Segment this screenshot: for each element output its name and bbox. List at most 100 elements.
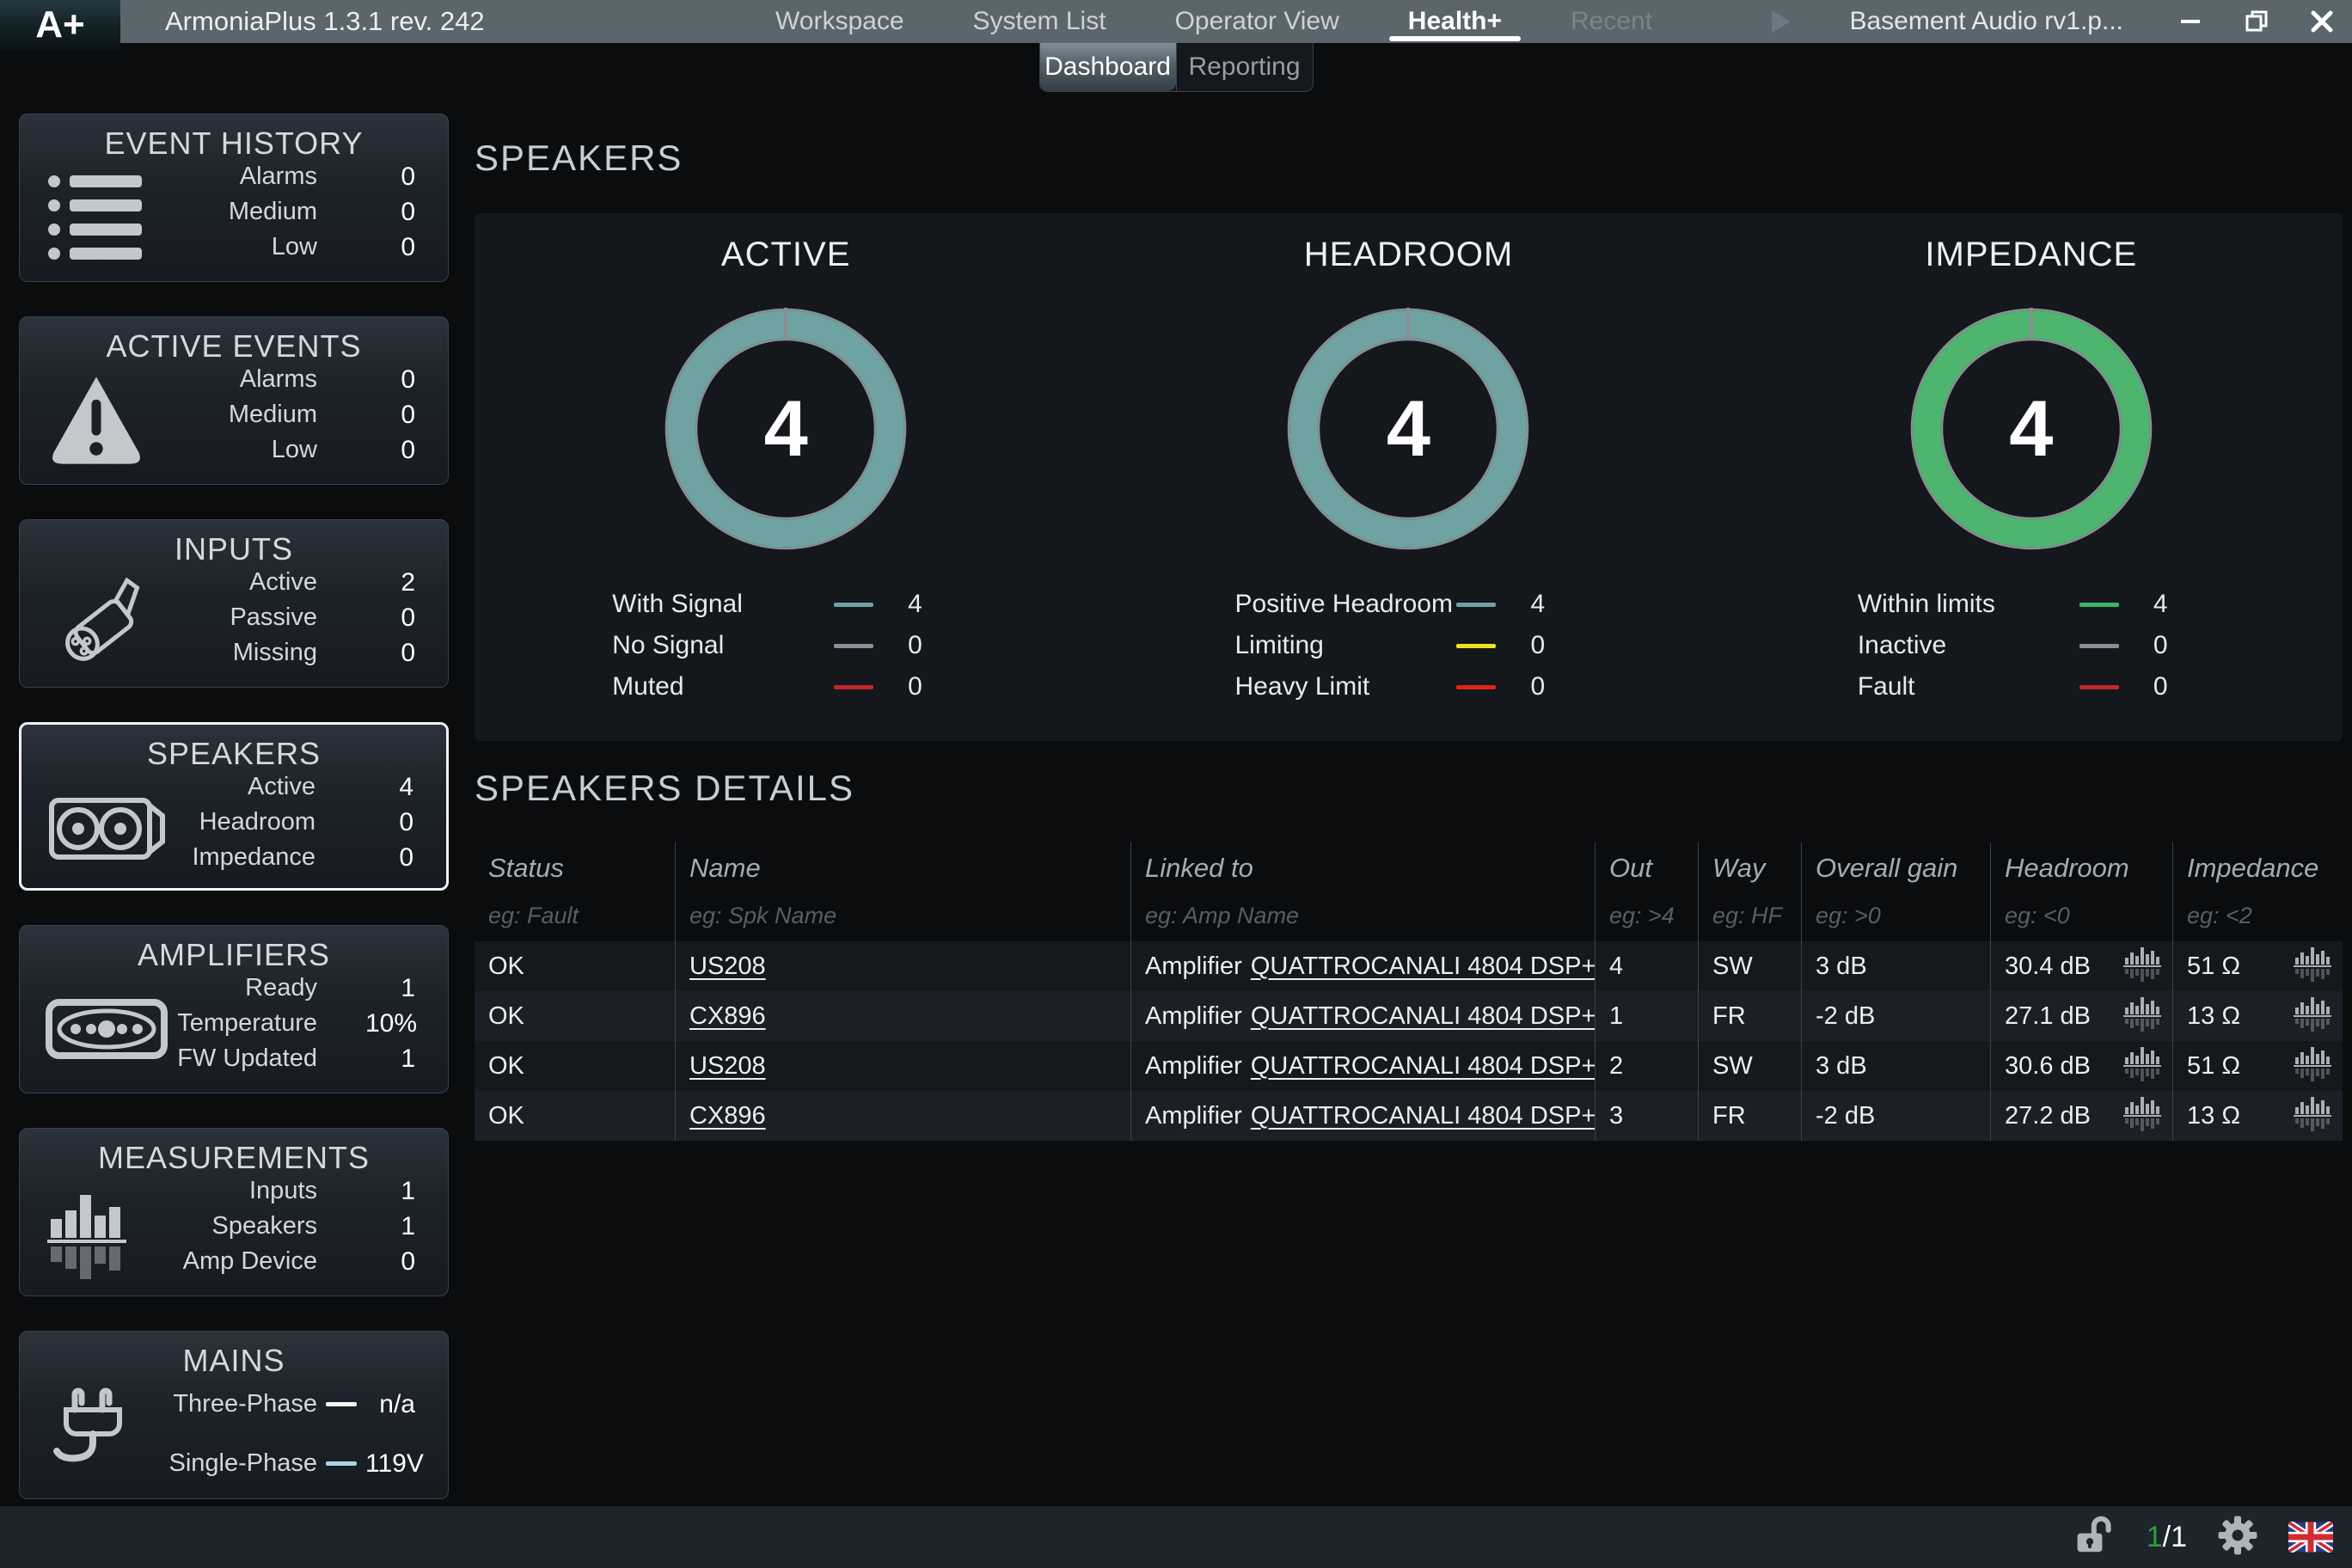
card-rows: Active4Headroom0Impedance0 [140,769,436,875]
amplifier-link[interactable]: QUATTROCANALI 4804 DSP+D [1251,952,1595,981]
menu-item-recent[interactable]: Recent [1536,0,1687,43]
card-event-history[interactable]: EVENT HISTORY Alarms0Medium0Low0 [19,113,449,282]
page-counter: 1/1 [2147,1521,2187,1554]
headroom-value: 30.4 dB [2005,952,2091,981]
card-row-value: 1 [365,1177,438,1206]
legend-label: Heavy Limit [1234,672,1456,701]
minimize-icon[interactable] [2177,0,2206,43]
card-row-value: 0 [365,1247,438,1277]
card-measurements[interactable]: MEASUREMENTS Inputs1Speakers1Amp Device0 [19,1128,449,1296]
speaker-name-link[interactable]: CX896 [689,1102,766,1130]
speaker-name-link[interactable]: CX896 [689,1002,766,1031]
cell-status: OK [475,1041,675,1091]
card-row-label: Three-Phase [142,1390,317,1418]
card-mains[interactable]: MAINS Three-Phasen/aSingle-Phase119V [19,1331,449,1499]
menu-item-workspace[interactable]: Workspace [741,0,939,43]
speaker-name-link[interactable]: US208 [689,1052,766,1081]
card-row-value: 0 [365,365,438,395]
cell-out: 1 [1595,991,1698,1041]
cell-name: US208 [675,941,1130,991]
tab-dashboard[interactable]: Dashboard [1040,43,1176,91]
card-rows: Inputs1Speakers1Amp Device0 [142,1173,438,1279]
headroom-meter-icon[interactable] [2122,1093,2162,1138]
column-label: Name [689,853,1130,884]
gear-icon[interactable] [2218,1516,2257,1559]
column-header-linked-to: Linked toeg: Amp Name [1130,842,1595,941]
table-row[interactable]: OKUS208AmplifierQUATTROCANALI 4804 DSP+D… [475,1041,2343,1091]
card-inputs[interactable]: INPUTS Active2Passive0Missing0 [19,519,449,688]
card-amplifiers[interactable]: AMPLIFIERS Ready1Temperature10%FW Update… [19,925,449,1093]
legend-label: Inactive [1858,631,2079,660]
linked-prefix: Amplifier [1145,1102,1242,1130]
cell-way: SW [1698,1041,1801,1091]
legend-dash [1456,644,1496,648]
legend-label: With Signal [612,590,834,619]
card-active-events[interactable]: ACTIVE EVENTS Alarms0Medium0Low0 [19,316,449,485]
column-hint: eg: <2 [2187,903,2343,929]
tab-reporting[interactable]: Reporting [1176,43,1313,91]
title-bar-right: Basement Audio rv1.p... [1770,0,2337,43]
legend-row-within-limits: Within limits4 [1858,587,2205,622]
menu-item-health[interactable]: Health+ [1374,0,1536,43]
card-row: Speakers1 [142,1209,438,1244]
unlock-icon[interactable] [2074,1515,2116,1560]
table-row[interactable]: OKCX896AmplifierQUATTROCANALI 4804 DSP+D… [475,1091,2343,1141]
headroom-meter-icon[interactable] [2122,994,2162,1038]
card-row-label: Passive [142,603,317,632]
card-speakers[interactable]: SPEAKERS Active4Headroom0Impedance0 [19,722,449,891]
table-row[interactable]: OKCX896AmplifierQUATTROCANALI 4804 DSP+D… [475,991,2343,1041]
cell-out: 4 [1595,941,1698,991]
menu-item-operator-view[interactable]: Operator View [1141,0,1374,43]
play-icon[interactable] [1770,9,1792,34]
legend-value: 4 [908,590,959,619]
impedance-meter-icon[interactable] [2293,1044,2332,1088]
legend-value: 0 [2153,631,2205,660]
speakers-details-title: SPEAKERS DETAILS [475,768,854,809]
card-row-label: Medium [142,198,317,226]
card-row: Three-Phasen/a [142,1387,438,1422]
column-label: Headroom [2005,853,2172,884]
headroom-meter-icon[interactable] [2122,1044,2162,1088]
impedance-value: 51 Ω [2187,952,2240,981]
uk-flag-icon[interactable] [2288,1522,2333,1553]
card-row: Impedance0 [140,840,436,875]
card-row-value: 0 [365,198,438,227]
amplifier-link[interactable]: QUATTROCANALI 4804 DSP+D [1251,1052,1595,1081]
legend-row-heavy-limit: Heavy Limit0 [1234,670,1582,704]
menu-item-system-list[interactable]: System List [939,0,1141,43]
cell-linked-to: AmplifierQUATTROCANALI 4804 DSP+D [1130,991,1595,1041]
cell-out: 3 [1595,1091,1698,1141]
amplifier-link[interactable]: QUATTROCANALI 4804 DSP+D [1251,1102,1595,1130]
restore-icon[interactable] [2242,0,2271,43]
close-icon[interactable] [2307,0,2337,43]
cell-impedance: 13 Ω [2172,991,2343,1041]
table-row[interactable]: OKUS208AmplifierQUATTROCANALI 4804 DSP+D… [475,941,2343,991]
column-header-headroom: Headroomeg: <0 [1990,842,2172,941]
card-row-value: 0 [365,401,438,430]
card-row: Low0 [142,230,438,265]
impedance-meter-icon[interactable] [2293,1093,2332,1138]
headroom-meter-icon[interactable] [2122,944,2162,989]
impedance-meter-icon[interactable] [2293,944,2332,989]
legend-label: Limiting [1234,631,1456,660]
page-current: 1 [2147,1521,2163,1553]
card-row-value: 0 [364,808,436,837]
card-row-label: Impedance [140,843,315,872]
app-logo: A+ [0,0,120,50]
impedance-meter-icon[interactable] [2293,994,2332,1038]
gauge-legend: With Signal4No Signal0Muted0 [612,587,959,704]
card-title: MAINS [20,1343,448,1379]
amplifier-link[interactable]: QUATTROCANALI 4804 DSP+D [1251,1002,1595,1031]
speaker-name-link[interactable]: US208 [689,952,766,981]
column-hint: eg: HF [1712,903,1801,929]
cell-overall-gain: 3 dB [1801,1041,1990,1091]
legend-label: Muted [612,672,834,701]
card-row: Missing0 [142,635,438,671]
legend-dash [1456,685,1496,689]
legend-dash [834,603,873,607]
legend-value: 4 [2153,590,2205,619]
gauge-value: 4 [657,300,915,558]
cell-overall-gain: -2 dB [1801,991,1990,1041]
card-title: MEASUREMENTS [20,1140,448,1176]
card-row-label: Inputs [142,1177,317,1205]
